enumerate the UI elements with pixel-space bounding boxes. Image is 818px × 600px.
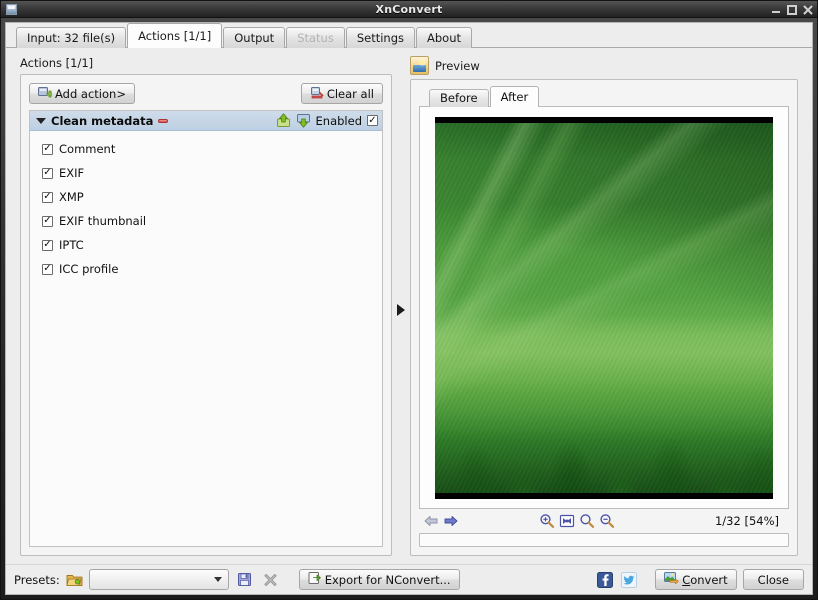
option-icc-profile-label: ICC profile [59, 262, 119, 276]
export-nconvert-button[interactable]: Export for NConvert... [298, 569, 460, 590]
actions-caption: Actions [1/1] [20, 56, 94, 70]
option-exif-thumbnail-label: EXIF thumbnail [59, 214, 147, 228]
clear-all-label: Clear all [326, 86, 374, 101]
title-bar[interactable]: XnConvert [1, 1, 817, 18]
convert-button[interactable]: Convert [655, 569, 737, 590]
app-window-icon [6, 3, 17, 15]
clear-all-icon [310, 85, 324, 102]
window-title: XnConvert [375, 2, 443, 16]
zoom-fit-icon[interactable] [559, 513, 575, 529]
option-xmp[interactable]: XMP [42, 185, 382, 209]
option-exif-thumbnail[interactable]: EXIF thumbnail [42, 209, 382, 233]
tab-actions[interactable]: Actions [1/1] [127, 23, 223, 48]
preview-box: Before After 1/32 [54%] [410, 79, 798, 556]
option-comment[interactable]: Comment [42, 137, 382, 161]
next-image-icon[interactable] [443, 513, 459, 529]
tab-about[interactable]: About [416, 27, 473, 48]
clear-all-button[interactable]: Clear all [300, 83, 383, 104]
tab-settings[interactable]: Settings [345, 27, 416, 48]
option-iptc-checkbox[interactable] [42, 239, 53, 251]
option-exif[interactable]: EXIF [42, 161, 382, 185]
close-button[interactable] [803, 5, 813, 15]
presets-combo-box[interactable] [88, 569, 229, 590]
action-item-header[interactable]: Clean metadata Enabled ✓ [30, 111, 382, 131]
client-area: Input: 32 file(s) Actions [1/1] Output S… [5, 22, 813, 595]
option-comment-label: Comment [59, 142, 116, 156]
convert-icon [664, 571, 680, 588]
add-action-button[interactable]: Add action> [29, 83, 135, 104]
tab-status: Status [286, 27, 345, 48]
social-links [597, 571, 638, 588]
save-preset-icon[interactable] [235, 570, 255, 590]
open-preset-folder-icon[interactable] [66, 572, 83, 588]
add-action-icon [38, 85, 54, 102]
preview-progress-bar [419, 533, 789, 547]
zoom-in-icon[interactable] [539, 513, 555, 529]
pane-splitter[interactable] [392, 56, 410, 564]
preview-tab-bar: Before After [419, 86, 789, 107]
add-action-label: Add action> [55, 86, 126, 101]
preview-caption: Preview [410, 56, 798, 75]
move-down-icon[interactable] [296, 113, 311, 128]
bottom-bar: Presets: Export for NConvert... Convert … [6, 564, 812, 594]
zoom-actual-size-icon[interactable] [579, 513, 595, 529]
application-window: XnConvert Input: 32 file(s) Actions [1/1… [0, 0, 818, 600]
close-label: Close [757, 572, 789, 587]
action-list: Clean metadata Enabled ✓ ✓ Comment ✓ EXI… [29, 110, 383, 547]
tab-content-actions: Actions [1/1] Add action> Clear all Clea… [6, 48, 812, 564]
option-xmp-checkbox[interactable] [42, 191, 53, 203]
convert-label: Convert [682, 572, 728, 587]
twitter-icon[interactable] [621, 571, 638, 588]
preview-toolbar: 1/32 [54%] [419, 509, 789, 533]
presets-label: Presets: [14, 572, 60, 587]
enabled-checkbox[interactable] [367, 115, 378, 126]
option-iptc-label: IPTC [59, 238, 84, 252]
action-options-list: Comment EXIF XMP [30, 131, 382, 546]
delete-preset-icon[interactable] [261, 570, 281, 590]
collapse-arrow-icon[interactable] [397, 304, 405, 316]
preview-tab-before[interactable]: Before [429, 89, 489, 107]
tab-output[interactable]: Output [223, 27, 286, 48]
remove-action-icon[interactable] [158, 118, 169, 123]
zoom-out-icon[interactable] [599, 513, 615, 529]
actions-pane: Actions [1/1] Add action> Clear all Clea… [12, 56, 392, 564]
main-tab-bar: Input: 32 file(s) Actions [1/1] Output S… [6, 23, 812, 48]
window-controls [771, 1, 813, 18]
previous-image-icon[interactable] [423, 513, 439, 529]
close-button-bottom[interactable]: Close [742, 569, 804, 590]
preview-pane: Preview Before After 1/32 [54%] [410, 56, 806, 564]
option-xmp-label: XMP [59, 190, 84, 204]
green-field-photo[interactable] [435, 116, 773, 499]
tab-input[interactable]: Input: 32 file(s) [16, 27, 127, 48]
enabled-label: Enabled [315, 113, 362, 128]
export-nconvert-icon [308, 571, 322, 588]
actions-box: Add action> Clear all Clean metadata Ena… [20, 74, 392, 556]
option-comment-checkbox[interactable] [42, 143, 53, 155]
option-icc-profile[interactable]: ICC profile [42, 257, 382, 281]
maximize-button[interactable] [787, 4, 797, 15]
option-icc-profile-checkbox[interactable] [42, 263, 53, 275]
minimize-button[interactable] [771, 5, 781, 15]
action-item-title: Clean metadata [51, 113, 154, 128]
export-nconvert-label: Export for NConvert... [324, 572, 451, 587]
preview-image-icon [410, 56, 429, 75]
preview-canvas[interactable] [419, 107, 789, 509]
option-exif-label: EXIF [59, 166, 85, 180]
preview-tab-after[interactable]: After [489, 86, 540, 107]
chevron-down-icon[interactable] [213, 577, 222, 582]
convert-label-rest: onvert [690, 572, 728, 587]
option-exif-thumbnail-checkbox[interactable] [42, 215, 53, 227]
move-up-icon[interactable] [276, 113, 291, 128]
actions-toolbar: Add action> Clear all [29, 83, 383, 104]
zoom-status-label: 1/32 [54%] [714, 514, 779, 528]
option-iptc[interactable]: IPTC [42, 233, 382, 257]
option-exif-checkbox[interactable] [42, 167, 53, 179]
photo-content [435, 122, 773, 493]
preview-title: Preview [435, 58, 480, 73]
chevron-down-icon[interactable] [36, 117, 46, 124]
facebook-icon[interactable] [597, 571, 614, 588]
